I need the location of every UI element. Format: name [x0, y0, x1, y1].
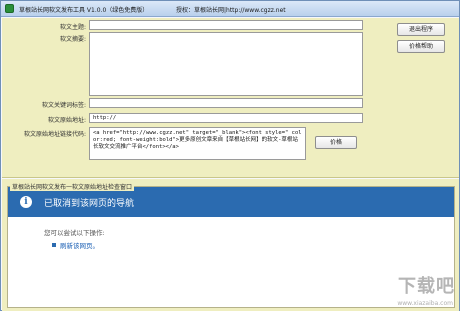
- watermark-logo: 下载吧: [398, 276, 455, 297]
- browser-view[interactable]: i 已取消到该网页的导航 您可以尝试以下操作: 刷新该网页。: [7, 186, 455, 308]
- watermark-url: www.xiazaiba.com: [397, 300, 453, 307]
- refresh-link[interactable]: 刷新该网页。: [60, 240, 99, 250]
- publish-button[interactable]: 价格: [315, 136, 357, 149]
- keywords-input[interactable]: [89, 98, 363, 108]
- nav-error-header: i 已取消到该网页的导航: [8, 187, 454, 217]
- nav-hint-text: 您可以尝试以下操作:: [44, 229, 105, 237]
- app-icon: [5, 4, 14, 13]
- help-button[interactable]: 价格帮助: [397, 40, 445, 53]
- source-url-label: 软文原始地址:: [47, 117, 86, 124]
- summary-label: 软文摘要:: [59, 36, 86, 43]
- subject-label: 软文主题:: [59, 24, 86, 31]
- subject-input[interactable]: [89, 20, 363, 30]
- authorization-text: 授权：草根站长网|http://www.cgzz.net: [176, 7, 286, 14]
- bullet-icon: [52, 243, 56, 247]
- source-url-input[interactable]: http://: [89, 113, 363, 123]
- title-bar: 草根站长网软文发布工具 V1.0.0（绿色免费版） 授权：草根站长网|http:…: [1, 1, 459, 17]
- window-title: 草根站长网软文发布工具 V1.0.0（绿色免费版）: [19, 7, 149, 14]
- source-code-textarea[interactable]: <a href="http://www.cgzz.net" target="_b…: [89, 127, 306, 160]
- summary-textarea[interactable]: [89, 32, 363, 96]
- source-code-label: 软文原始地址链接代码:: [23, 131, 86, 138]
- app-window: 草根站长网软文发布工具 V1.0.0（绿色免费版） 授权：草根站长网|http:…: [0, 0, 460, 311]
- info-icon: i: [20, 196, 32, 208]
- exit-button[interactable]: 退出程序: [397, 23, 445, 36]
- keywords-label: 软文关键词标签:: [41, 102, 86, 109]
- browser-group-label: 草根站长网软文发布一软文原始地址检查窗口: [10, 182, 135, 191]
- nav-error-title: 已取消到该网页的导航: [44, 199, 135, 209]
